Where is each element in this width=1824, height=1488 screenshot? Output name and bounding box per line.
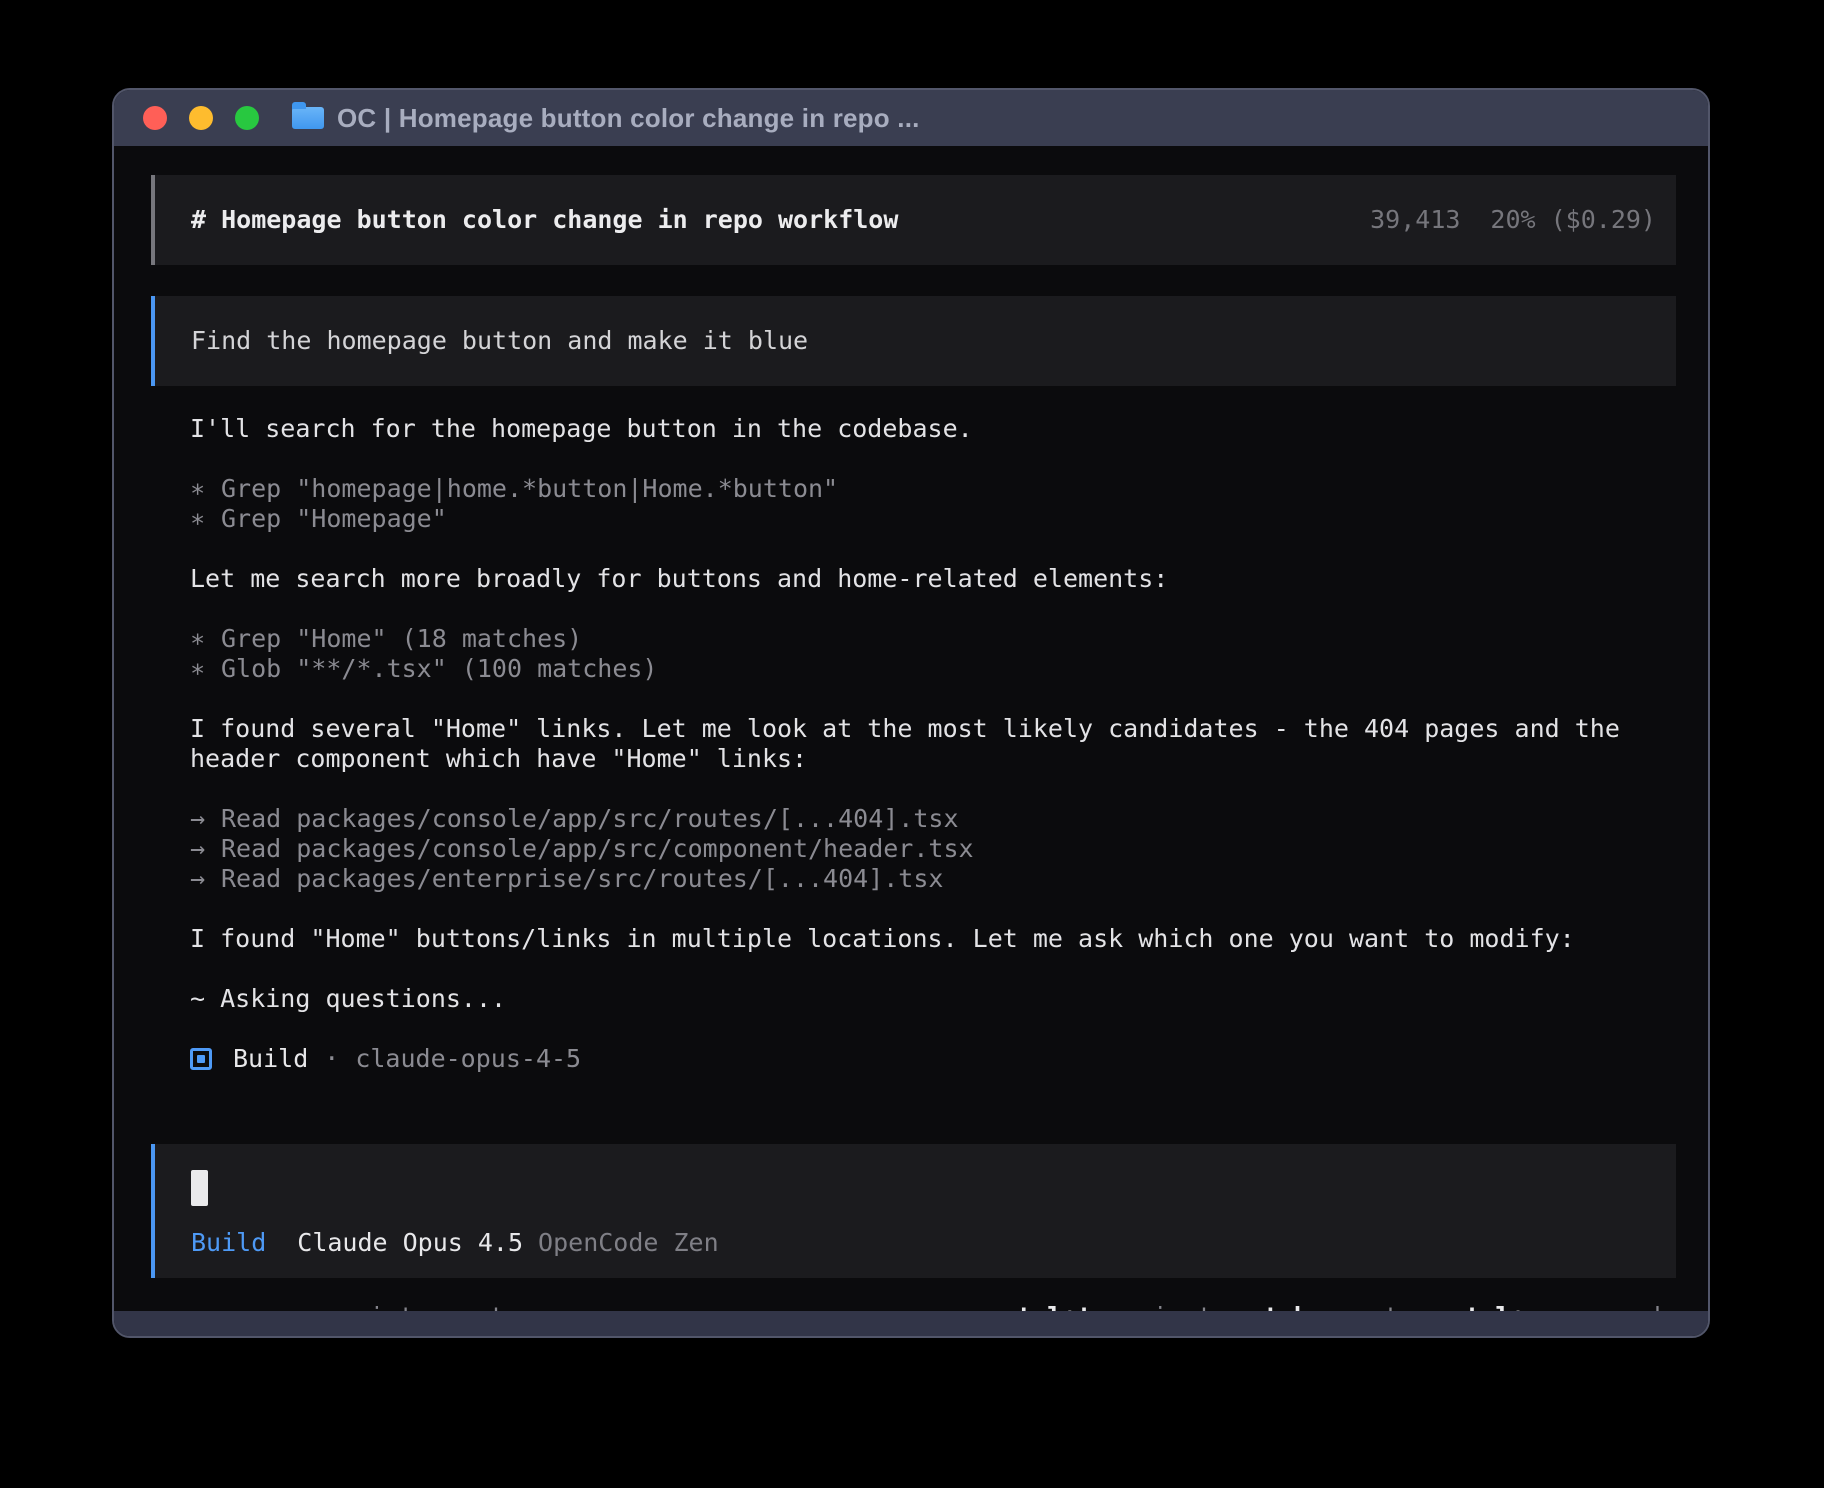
input-meta-row: Build Claude Opus 4.5 OpenCode Zen (191, 1228, 1656, 1258)
tool-call-line: ∗Glob "**/*.tsx" (100 matches) (190, 654, 1676, 684)
tool-call-line: ∗Grep "Home" (18 matches) (190, 624, 1676, 654)
ctrl-t-key: ctrl+t (1002, 1302, 1092, 1311)
dot-separator: · (324, 1044, 339, 1074)
hint-agents: tab agents (1264, 1302, 1414, 1311)
agent-name: Build (233, 1044, 308, 1074)
token-count: 39,413 (1370, 205, 1460, 235)
read-call-line: →Read packages/console/app/src/component… (190, 834, 1676, 864)
status-left: esc interrupt (151, 1302, 505, 1311)
agent-model: claude-opus-4-5 (355, 1044, 581, 1074)
tool-call-group: ∗Grep "homepage|home.*button|Home.*butto… (190, 474, 1676, 534)
esc-label: interrupt (369, 1302, 504, 1311)
hint-variants: ctrl+t variants (1002, 1302, 1228, 1311)
variants-label: variants (1107, 1302, 1227, 1311)
read-call-text: Read packages/console/app/src/component/… (221, 834, 974, 863)
commands-label: commands (1556, 1302, 1676, 1311)
read-call-text: Read packages/enterprise/src/routes/[...… (221, 864, 943, 893)
session-stats: 39,413 20% ($0.29) (1370, 205, 1656, 235)
tool-call-text: Glob "**/*.tsx" (100 matches) (221, 654, 658, 683)
agents-label: agents (1324, 1302, 1414, 1311)
assistant-response: I'll search for the homepage button in t… (151, 414, 1676, 1104)
user-message: Find the homepage button and make it blu… (151, 296, 1676, 386)
assistant-text-broaden: Let me search more broadly for buttons a… (190, 564, 1676, 594)
assistant-text-intro: I'll search for the homepage button in t… (190, 414, 1676, 444)
agent-status-row: Build · claude-opus-4-5 (190, 1044, 1676, 1074)
terminal-content: # Homepage button color change in repo w… (114, 146, 1708, 1311)
asterisk-bullet-icon: ∗ (190, 624, 221, 654)
arrow-right-icon: → (190, 834, 221, 864)
tool-call-line: ∗Grep "homepage|home.*button|Home.*butto… (190, 474, 1676, 504)
session-header: # Homepage button color change in repo w… (151, 175, 1676, 265)
assistant-text-candidates: I found several "Home" links. Let me loo… (190, 714, 1676, 774)
asterisk-bullet-icon: ∗ (190, 504, 221, 534)
terminal-window: OC | Homepage button color change in rep… (112, 88, 1710, 1338)
window-bottom-bar (114, 1311, 1708, 1336)
session-title: # Homepage button color change in repo w… (191, 205, 898, 235)
window-titlebar[interactable]: OC | Homepage button color change in rep… (114, 90, 1708, 146)
text-cursor (191, 1170, 208, 1206)
read-call-text: Read packages/console/app/src/routes/[..… (221, 804, 959, 833)
folder-icon (292, 107, 324, 129)
read-call-line: →Read packages/console/app/src/routes/[.… (190, 804, 1676, 834)
read-call-group: →Read packages/console/app/src/routes/[.… (190, 804, 1676, 894)
ctrl-p-key: ctrl+p (1450, 1302, 1540, 1311)
read-call-line: →Read packages/enterprise/src/routes/[..… (190, 864, 1676, 894)
context-usage: 20% ($0.29) (1490, 205, 1656, 235)
input-provider-label: OpenCode Zen (538, 1228, 719, 1258)
tool-call-line: ∗Grep "Homepage" (190, 504, 1676, 534)
tool-call-group: ∗Grep "Home" (18 matches) ∗Glob "**/*.ts… (190, 624, 1676, 684)
hint-commands: ctrl+p commands (1450, 1302, 1676, 1311)
status-bar: esc interrupt ctrl+t variants tab agents… (151, 1302, 1676, 1311)
asterisk-bullet-icon: ∗ (190, 654, 221, 684)
traffic-lights (143, 106, 259, 130)
tool-call-text: Grep "Homepage" (221, 504, 447, 533)
tool-call-text: Grep "Home" (18 matches) (221, 624, 582, 653)
close-button[interactable] (143, 106, 167, 130)
assistant-text-ask: I found "Home" buttons/links in multiple… (190, 924, 1676, 954)
tool-call-text: Grep "homepage|home.*button|Home.*button… (221, 474, 838, 503)
arrow-right-icon: → (190, 864, 221, 894)
minimize-button[interactable] (189, 106, 213, 130)
build-agent-icon-core (197, 1055, 205, 1063)
asking-questions-status: ~ Asking questions... (190, 984, 1676, 1014)
user-message-text: Find the homepage button and make it blu… (191, 326, 808, 355)
arrow-right-icon: → (190, 804, 221, 834)
input-model-label[interactable]: Claude Opus 4.5 (297, 1228, 523, 1258)
zoom-button[interactable] (235, 106, 259, 130)
status-right: ctrl+t variants tab agents ctrl+p comman… (1002, 1302, 1676, 1311)
esc-key: esc (309, 1302, 354, 1311)
prompt-input[interactable]: Build Claude Opus 4.5 OpenCode Zen (151, 1144, 1676, 1278)
tab-key: tab (1264, 1302, 1309, 1311)
build-agent-icon (190, 1048, 212, 1070)
asterisk-bullet-icon: ∗ (190, 474, 221, 504)
window-title: OC | Homepage button color change in rep… (337, 103, 920, 134)
input-agent-label[interactable]: Build (191, 1228, 266, 1258)
